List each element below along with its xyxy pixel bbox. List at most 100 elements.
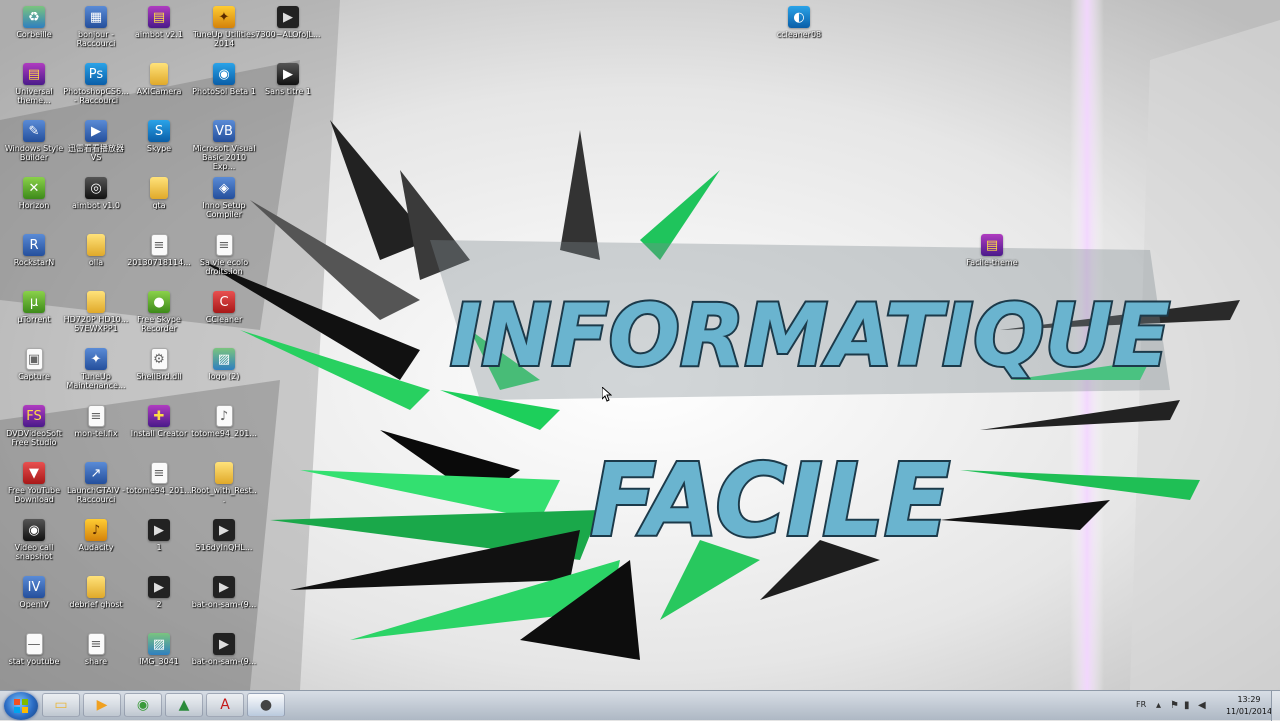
desktop-icon[interactable]: ▤ aimbot v2.1 (125, 4, 193, 60)
desktop-icon[interactable]: — stat youtube (0, 631, 68, 687)
desktop-icon[interactable]: olla (62, 232, 130, 288)
desktop-icon[interactable]: ≡ totome94_201... (125, 460, 193, 516)
desktop-icon[interactable]: ✎ Windows Style Builder (0, 118, 68, 174)
desktop-icon[interactable]: R RockstarN (0, 232, 68, 288)
xbox-icon: ✕ (23, 177, 45, 199)
desktop-icon-label: mon-tel.fix (74, 429, 118, 438)
file-icon: ≡ (215, 234, 233, 256)
taskbar-camtasia-button[interactable]: ▲ (165, 693, 203, 717)
desktop-icon[interactable]: ▨ logo (2) (190, 346, 258, 402)
desktop-icon[interactable]: ✦ TuneUp Utilities 2014 (190, 4, 258, 60)
desktop-icon[interactable]: ▶ bat-on-sam-(9... (190, 631, 258, 687)
desktop-icon-label: TuneUp Maintenance... (66, 372, 126, 390)
desktop-icon[interactable]: ♪ totome94_201... (190, 403, 258, 459)
desktop-icon[interactable]: ● Free Skype Recorder (125, 289, 193, 345)
desktop-icon[interactable]: ▶ 迅雷看看播放器 VS (62, 118, 130, 174)
desktop-icon-label: Sa vie ecolo droits.ion (199, 258, 249, 276)
desktop-icon[interactable]: ◎ aimbot v1.0 (62, 175, 130, 231)
desktop-icon[interactable]: ⚙ ShellBrd.dll (125, 346, 193, 402)
desktop-icon[interactable]: ◉ PhotoSol Beta 1 (190, 61, 258, 117)
style-builder-icon: ✎ (23, 120, 45, 142)
desktop-icon[interactable]: ▨ IMG_3041 (125, 631, 193, 687)
taskbar: ▭ ▶ ◉ ▲ A ● FR ▴ ⚑ ▮ ◀ 13:29 11/01/2014 (0, 690, 1280, 721)
desktop-icon-label: Universal theme... (15, 87, 53, 105)
desktop-icon[interactable]: Root_with_Rest... (190, 460, 258, 516)
desktop-icon[interactable]: ▼ Free YouTube Download (0, 460, 68, 516)
desktop-icon[interactable]: ▤ Universal theme... (0, 61, 68, 117)
desktop-icon-label: RockstarN (13, 258, 55, 267)
desktop-icon[interactable]: AXICamera (125, 61, 193, 117)
desktop-icon[interactable]: ✕ Horizon (0, 175, 68, 231)
desktop-icon[interactable]: ◉ Video call snapshot (0, 517, 68, 573)
desktop-icon[interactable]: ▶ 7300~ALOfoJL... (254, 4, 322, 60)
action-center-flag-icon[interactable]: ⚑ (1170, 700, 1179, 711)
desktop-icon-label: PhotoSol Beta 1 (192, 87, 256, 96)
folder-icon: ▭ (54, 697, 68, 713)
desktop-icon[interactable]: ▣ Capture (0, 346, 68, 402)
desktop-icon[interactable]: ▶ Sans titre 1 (254, 61, 322, 117)
language-indicator[interactable]: FR (1136, 700, 1146, 709)
taskbar-recorder-button[interactable]: ● (247, 693, 285, 717)
desktop-icon-label: Audacity (78, 543, 114, 552)
show-desktop-button[interactable] (1271, 691, 1280, 721)
media-player-icon: ▶ (96, 697, 108, 713)
tuneup-icon: ✦ (213, 6, 235, 28)
desktop-icon[interactable]: ▶ bat-on-sam-(9... (190, 574, 258, 630)
desktop-icon[interactable]: HD720P HD10... 57EWXPP1 (62, 289, 130, 345)
desktop-icon[interactable]: ▶ 516dyInQHL... (190, 517, 258, 573)
desktop-icon[interactable]: ↗ LaunchGTAIV - Raccourci (62, 460, 130, 516)
desktop-icon[interactable]: ≡ 20130718114... (125, 232, 193, 288)
desktop-icon-label: DVDVideoSoft Free Studio (6, 429, 62, 447)
desktop-icon[interactable]: ≡ mon-tel.fix (62, 403, 130, 459)
desktop-icon[interactable]: Ps PhotoshopCS6... - Raccourci (62, 61, 130, 117)
network-icon[interactable]: ▮ (1184, 700, 1190, 711)
desktop-icon[interactable]: IV OpenIV (0, 574, 68, 630)
clock-date[interactable]: 11/01/2014 (1222, 707, 1276, 716)
desktop-icon[interactable]: ▦ bonjour - Raccourci (62, 4, 130, 60)
desktop-icon[interactable]: ▶ 1 (125, 517, 193, 573)
desktop-icon[interactable]: ✦ TuneUp Maintenance... (62, 346, 130, 402)
install-creator-icon: ✚ (148, 405, 170, 427)
desktop-icon[interactable]: ▶ 2 (125, 574, 193, 630)
desktop-icon[interactable]: ◈ Inno Setup Compiler (190, 175, 258, 231)
desktop-icon[interactable]: ♻ Corbeille (0, 4, 68, 60)
volume-icon[interactable]: ◀ (1198, 700, 1206, 711)
desktop-icon[interactable]: ♪ Audacity (62, 517, 130, 573)
desktop-icon-label: Root_with_Rest... (191, 486, 257, 504)
desktop-icon[interactable]: ≡ share (62, 631, 130, 687)
taskbar-chrome-button[interactable]: ◉ (124, 693, 162, 717)
taskbar-acrobat-button[interactable]: A (206, 693, 244, 717)
desktop-icon[interactable]: gta (125, 175, 193, 231)
desktop-icon[interactable]: µ µTorrent (0, 289, 68, 345)
desktop-icon-label: share (84, 657, 108, 666)
desktop-icon[interactable]: FS DVDVideoSoft Free Studio (0, 403, 68, 459)
tray-chevron-icon[interactable]: ▴ (1156, 700, 1161, 711)
video-file-icon: ▶ (277, 6, 299, 28)
dll-file-icon: ⚙ (150, 348, 168, 370)
clock-time[interactable]: 13:29 (1226, 695, 1272, 704)
media-player-icon: ▶ (85, 120, 107, 142)
desktop-icon[interactable]: ▤ Facile-theme (958, 232, 1026, 288)
windows-logo-icon (14, 699, 28, 713)
start-button[interactable] (4, 692, 38, 720)
desktop-icon-label: µTorrent (17, 315, 51, 324)
desktop-icon-label: 迅雷看看播放器 VS (68, 144, 124, 162)
file-icon: ≡ (87, 633, 105, 655)
taskbar-explorer-button[interactable]: ▭ (42, 693, 80, 717)
desktop-icon-label: bat-on-sam-(9... (191, 600, 257, 609)
openiv-icon: IV (23, 576, 45, 598)
desktop-icon-label: 2 (156, 600, 162, 609)
desktop-icon-label: TuneUp Utilities 2014 (192, 30, 256, 48)
taskbar-media-player-button[interactable]: ▶ (83, 693, 121, 717)
desktop-icon[interactable]: ✚ Install Creator (125, 403, 193, 459)
video-file-icon: ▶ (213, 576, 235, 598)
desktop-icon[interactable]: ◐ ccleaner08 (765, 4, 833, 60)
desktop-icon-label: Free YouTube Download (7, 486, 61, 504)
desktop-icon[interactable]: ≡ Sa vie ecolo droits.ion (190, 232, 258, 288)
folder-icon (150, 177, 168, 199)
desktop-icon[interactable]: VB Microsoft Visual Basic 2010 Exp... (190, 118, 258, 174)
desktop-icon[interactable]: debrief ghost (62, 574, 130, 630)
desktop-icon[interactable]: C CCleaner (190, 289, 258, 345)
desktop-icon[interactable]: S Skype (125, 118, 193, 174)
desktop-icon-label: 7300~ALOfoJL... (255, 30, 321, 39)
